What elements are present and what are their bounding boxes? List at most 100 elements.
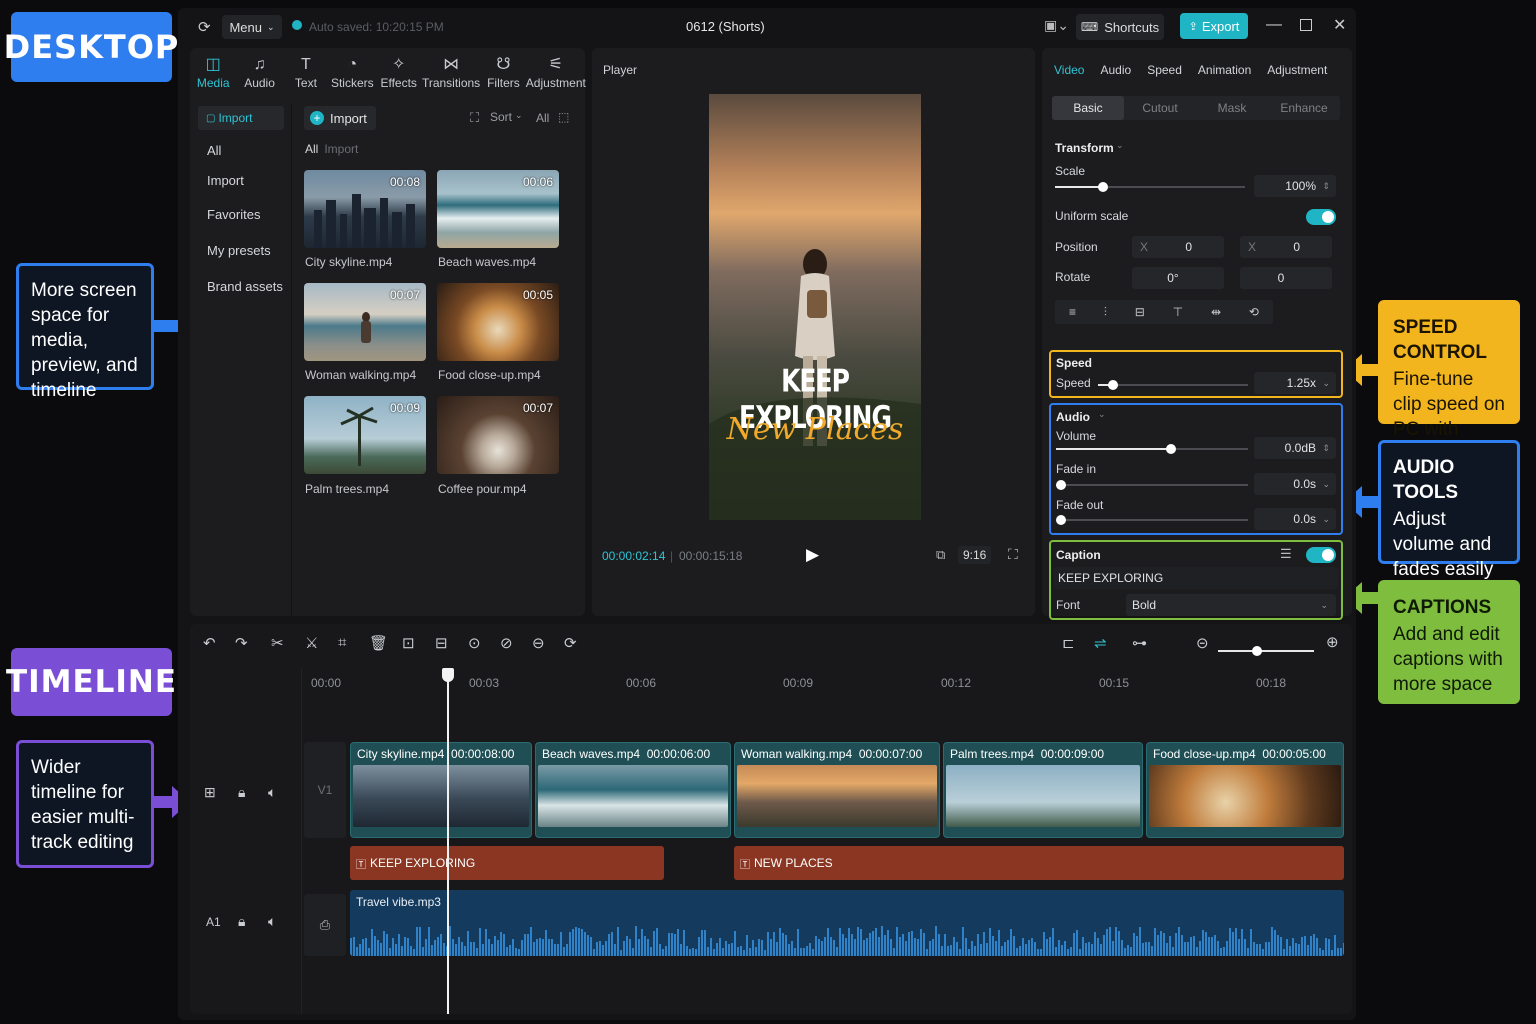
trim-icon[interactable]: ⚔ [305, 634, 318, 652]
filter-all-button[interactable]: All [536, 111, 549, 125]
tab-text[interactable]: T Text [283, 56, 329, 96]
align-center-icon[interactable]: ⫶ [1104, 305, 1107, 320]
ratio-button[interactable]: 9:16 [958, 546, 992, 564]
video-clip[interactable]: Beach waves.mp4 00:00:06:00 [535, 742, 731, 838]
close-icon[interactable]: ✕ [1333, 15, 1346, 35]
rotate-field-2[interactable]: 0 [1240, 267, 1332, 289]
import-button[interactable]: + Import [304, 106, 376, 130]
transform-tool-icon[interactable]: ⟳ [564, 634, 577, 652]
rotate-field[interactable]: 0° [1132, 267, 1224, 289]
tab-video[interactable]: Video [1054, 63, 1084, 77]
caption-text-field[interactable]: KEEP EXPLORING [1054, 567, 1338, 589]
position-y-field[interactable]: X0 [1240, 236, 1332, 258]
video-clip[interactable]: Woman walking.mp4 00:00:07:00 [734, 742, 940, 838]
undo-icon[interactable]: ↶ [203, 634, 216, 652]
fade-out-slider-knob[interactable] [1056, 515, 1066, 525]
tab-speed[interactable]: Speed [1147, 63, 1182, 77]
zoom-slider-knob[interactable] [1252, 646, 1262, 656]
audio-clip[interactable]: Travel vibe.mp3 [350, 890, 1344, 956]
tab-adjustment[interactable]: ⚟ Adjustment [526, 56, 586, 96]
fade-out-slider-track[interactable] [1056, 519, 1248, 521]
sidebar-item-favorites[interactable]: Favorites [197, 197, 287, 232]
fade-in-slider-knob[interactable] [1056, 480, 1066, 490]
fullscreen-icon[interactable]: ⛶ [1008, 546, 1018, 563]
media-thumb-woman[interactable]: 00:07 [304, 283, 426, 361]
magnet-icon[interactable]: ⇌ [1094, 634, 1107, 652]
shortcuts-button[interactable]: ⌨ Shortcuts [1076, 14, 1164, 40]
split-icon[interactable]: ✂ [271, 634, 284, 652]
sidebar-item-brand-assets[interactable]: Brand assets [197, 268, 287, 304]
speed-slider-track[interactable] [1098, 384, 1248, 386]
volume-field[interactable]: 0.0dB ⇕ [1254, 437, 1336, 459]
sidebar-item-my-presets[interactable]: My presets [197, 232, 287, 268]
mask-tool-icon[interactable]: ⊖ [532, 634, 545, 652]
media-thumb-beach[interactable]: 00:06 [437, 170, 559, 248]
sidebar-item-all[interactable]: All [197, 136, 287, 164]
caption-clip[interactable]: 🅃 NEW PLACES [734, 846, 1344, 880]
lock-icon[interactable]: 🔒︎ [238, 913, 245, 930]
speed-field[interactable]: 1.25x ⌄ [1254, 372, 1336, 394]
filter-import[interactable]: Import [324, 142, 358, 156]
mirror-icon[interactable]: ⊟ [435, 634, 448, 652]
mute-icon[interactable]: 🔈︎ [268, 913, 276, 930]
mute-icon[interactable]: 🔈︎ [268, 784, 276, 801]
subtab-mask[interactable]: Mask [1196, 96, 1268, 120]
cover-icon[interactable]: ⊞ [204, 784, 216, 801]
reverse-icon[interactable]: ⊘ [500, 634, 513, 652]
media-thumb-food[interactable]: 00:05 [437, 283, 559, 361]
tab-audio[interactable]: ♫ Audio [237, 56, 283, 96]
sort-dropdown[interactable]: Sort ⌄ [490, 110, 523, 124]
subtab-enhance[interactable]: Enhance [1268, 96, 1340, 120]
delete-icon[interactable]: 🗑 [369, 634, 388, 652]
media-thumb-coffee[interactable]: 00:07 [437, 396, 559, 474]
tab-filters[interactable]: ☋ Filters [480, 56, 526, 96]
sidebar-import-tab[interactable]: ▢ Import [198, 106, 284, 130]
media-thumb-city[interactable]: 00:08 [304, 170, 426, 248]
zoom-slider-track[interactable] [1218, 650, 1314, 652]
layout-icon[interactable]: ▣⌄ [1044, 17, 1069, 34]
rotate-tool-icon[interactable]: ⊙ [468, 634, 481, 652]
freeze-icon[interactable]: ⊡ [402, 634, 415, 652]
scale-field[interactable]: 100% ⇕ [1254, 175, 1336, 197]
tab-effects[interactable]: ✧ Effects [376, 56, 422, 96]
align-top-icon[interactable]: ⊤ [1173, 305, 1183, 319]
caption-toggle[interactable] [1306, 547, 1336, 563]
minimize-icon[interactable]: — [1266, 16, 1282, 34]
fade-out-field[interactable]: 0.0s ⌄ [1254, 508, 1336, 530]
filter-all[interactable]: All [305, 142, 318, 156]
tab-stickers[interactable]: ◔ Stickers [329, 56, 375, 96]
link-icon[interactable]: ⊶ [1132, 634, 1147, 652]
media-thumb-palm[interactable]: 00:09 [304, 396, 426, 474]
zoom-out-icon[interactable]: ⊝ [1196, 634, 1209, 652]
list-icon[interactable]: ☰ [1280, 546, 1292, 562]
video-clip[interactable]: Food close-up.mp4 00:00:05:00 [1146, 742, 1344, 838]
maximize-icon[interactable] [1300, 19, 1312, 31]
fit-icon[interactable]: ⛶ [470, 110, 479, 126]
chevron-down-icon[interactable]: ⌄ [1098, 409, 1106, 420]
playhead[interactable] [447, 668, 449, 1014]
position-x-field[interactable]: X0 [1132, 236, 1224, 258]
chevron-down-icon[interactable]: ⌄ [1116, 140, 1124, 151]
volume-slider-knob[interactable] [1166, 444, 1176, 454]
caption-clip[interactable]: 🅃 KEEP EXPLORING [350, 846, 664, 880]
menu-button[interactable]: Menu ⌄ [222, 15, 282, 39]
align-middle-icon[interactable]: ⇹ [1211, 305, 1221, 319]
crop-tool-icon[interactable]: ⌗ [338, 634, 346, 651]
font-select[interactable]: Bold ⌄ [1126, 594, 1336, 616]
tab-audio-props[interactable]: Audio [1100, 63, 1131, 77]
align-bottom-icon[interactable]: ⟲ [1249, 305, 1259, 319]
video-clip[interactable]: Palm trees.mp4 00:00:09:00 [943, 742, 1143, 838]
fade-in-field[interactable]: 0.0s ⌄ [1254, 473, 1336, 495]
video-clip[interactable]: City skyline.mp4 00:00:08:00 [350, 742, 532, 838]
crop-icon[interactable]: ⧉ [936, 547, 945, 563]
select-icon[interactable]: ⬚ [558, 110, 569, 124]
align-left-icon[interactable]: ≡ [1069, 305, 1076, 319]
preview-canvas[interactable]: KEEP EXPLORING New Places [709, 94, 921, 520]
speed-slider-knob[interactable] [1108, 380, 1118, 390]
subtab-basic[interactable]: Basic [1052, 96, 1124, 120]
main-track-icon[interactable]: ⊏ [1062, 634, 1075, 652]
subtab-cutout[interactable]: Cutout [1124, 96, 1196, 120]
redo-icon[interactable]: ↷ [235, 634, 248, 652]
export-button[interactable]: ⇪ Export [1180, 13, 1248, 39]
uniform-scale-toggle[interactable] [1306, 209, 1336, 225]
